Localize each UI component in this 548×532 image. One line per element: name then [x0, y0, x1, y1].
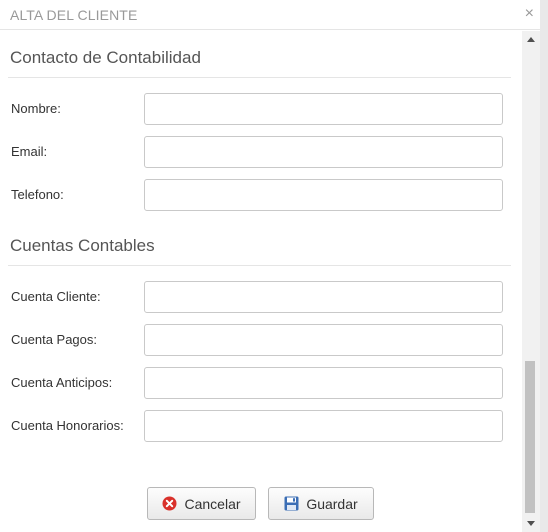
- save-button[interactable]: Guardar: [268, 487, 374, 520]
- dialog-content: Contacto de Contabilidad Nombre: Email: …: [0, 31, 522, 532]
- cuenta-pagos-label: Cuenta Pagos:: [11, 332, 98, 347]
- cuenta-cliente-label: Cuenta Cliente:: [11, 289, 101, 304]
- save-button-label: Guardar: [306, 495, 358, 512]
- cuenta-anticipos-input[interactable]: [144, 367, 503, 399]
- section-divider: [8, 265, 511, 266]
- scrollbar-thumb[interactable]: [525, 361, 535, 513]
- client-dialog: ALTA DEL CLIENTE × Contacto de Contabili…: [0, 0, 548, 532]
- nombre-label: Nombre:: [11, 101, 61, 116]
- cuenta-cliente-input[interactable]: [144, 281, 503, 313]
- floppy-disk-icon: [284, 496, 299, 511]
- dialog-titlebar: ALTA DEL CLIENTE ×: [0, 0, 548, 30]
- scroll-down-arrow-icon[interactable]: [527, 521, 535, 526]
- section-divider: [8, 77, 511, 78]
- dialog-title: ALTA DEL CLIENTE: [10, 7, 138, 23]
- cuenta-honorarios-label: Cuenta Honorarios:: [11, 418, 124, 433]
- scroll-up-arrow-icon[interactable]: [527, 37, 535, 42]
- close-icon[interactable]: ×: [525, 5, 534, 23]
- vertical-scrollbar[interactable]: [522, 31, 540, 532]
- cancel-button-label: Cancelar: [184, 495, 241, 512]
- cuenta-anticipos-label: Cuenta Anticipos:: [11, 375, 113, 390]
- background-edge: [540, 0, 548, 532]
- section-heading-contacto: Contacto de Contabilidad: [10, 48, 201, 67]
- email-label: Email:: [11, 144, 48, 159]
- nombre-input[interactable]: [144, 93, 503, 125]
- cancel-button[interactable]: Cancelar: [147, 487, 256, 520]
- telefono-label: Telefono:: [11, 187, 64, 202]
- email-input[interactable]: [144, 136, 503, 168]
- cancel-x-icon: [162, 496, 177, 511]
- cuenta-pagos-input[interactable]: [144, 324, 503, 356]
- telefono-input[interactable]: [144, 179, 503, 211]
- section-heading-cuentas: Cuentas Contables: [10, 236, 155, 255]
- cuenta-honorarios-input[interactable]: [144, 410, 503, 442]
